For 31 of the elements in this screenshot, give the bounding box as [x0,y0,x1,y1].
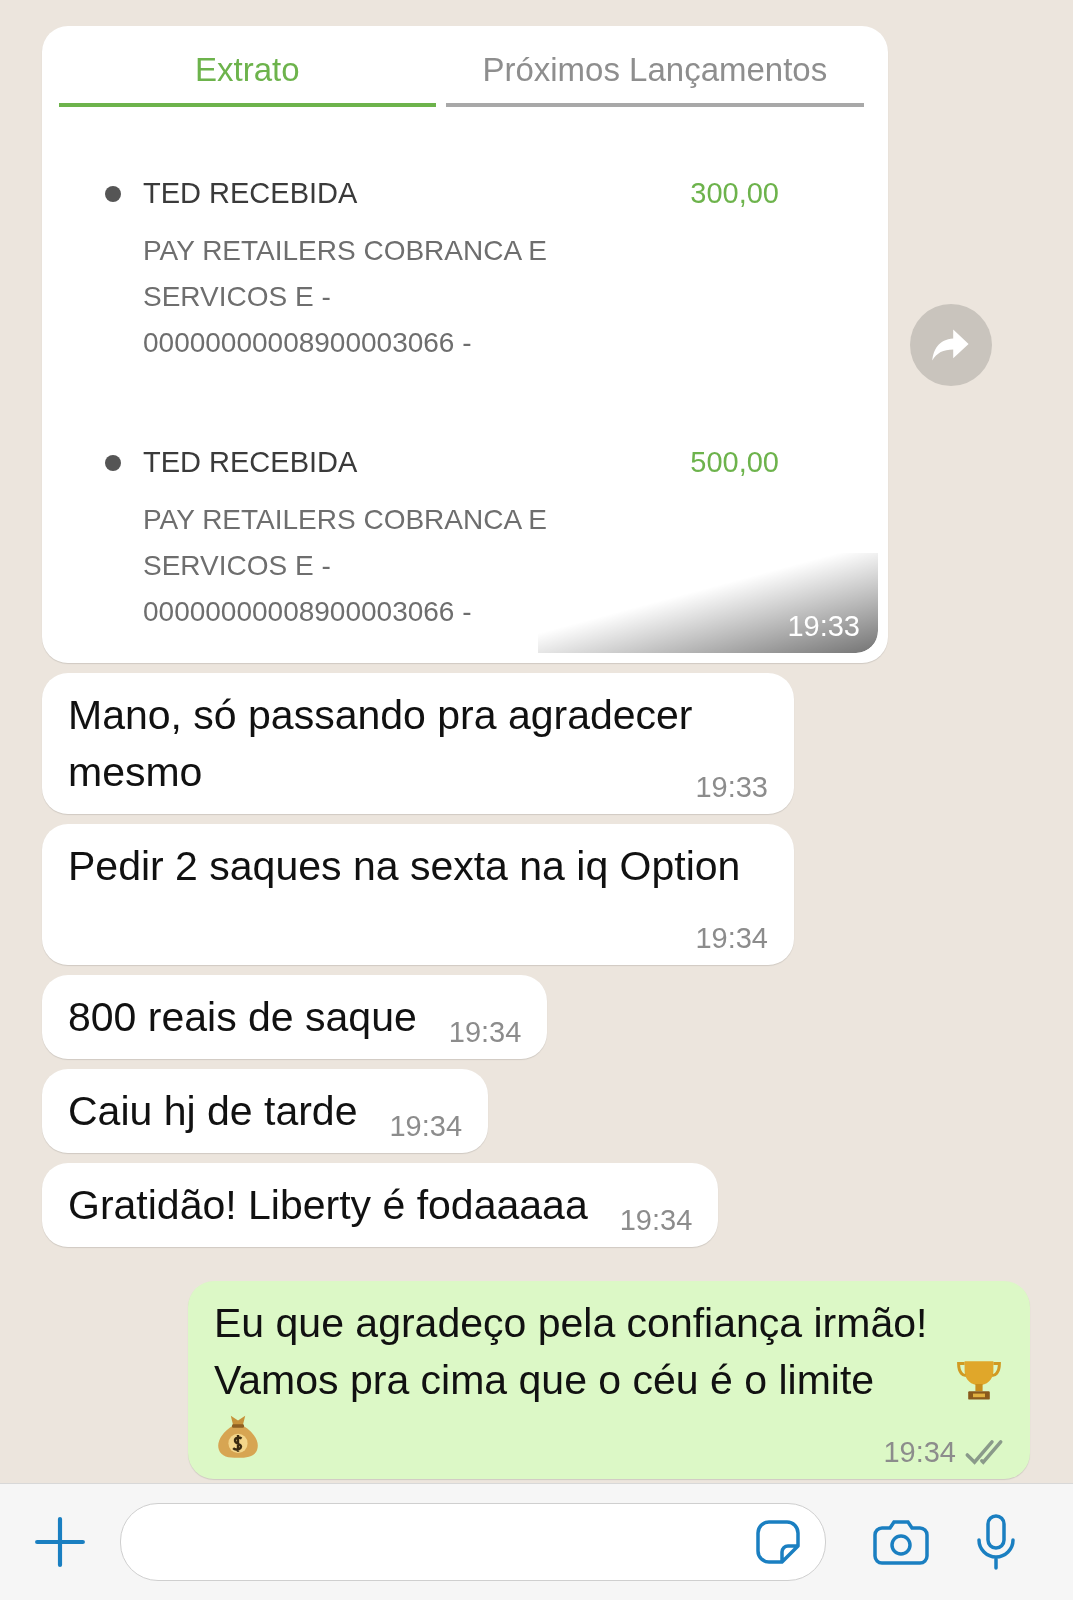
message-text: Eu que agradeço pela confiança irmão! Vamos pra cima que o céu é o limite [214,1299,929,1405]
message-time: 19:33 [787,610,860,643]
message-time: 19:33 [695,770,768,804]
message-time: 19:34 [695,921,768,955]
transaction-description: PAY RETAILERS COBRANCA E [143,503,548,537]
transaction-amount: 500,00 [690,446,779,479]
transaction-description: SERVICOS E - [143,549,331,583]
transaction-description: 00000000008900003066 - [143,595,472,629]
message-text: Pedir 2 saques na sexta na iq Option [68,843,741,889]
bullet-dot [105,454,121,471]
transaction-description: SERVICOS E - [143,280,331,314]
transaction-title: TED RECEBIDA [143,446,359,479]
transaction-title: TED RECEBIDA [143,177,359,210]
message-time: 19:34 [883,1435,956,1469]
sticker-icon[interactable] [755,1519,801,1565]
transaction-description: 00000000008900003066 - [143,326,472,360]
transaction-description: PAY RETAILERS COBRANCA E [143,234,548,268]
message-time: 19:34 [448,1015,522,1049]
message-time: 19:34 [389,1109,463,1143]
message-time: 19:34 [619,1203,693,1237]
message-text: 800 reais de saque [68,994,417,1040]
bullet-dot [105,185,121,202]
transaction-amount: 300,00 [690,177,779,210]
message-text: Mano, só passando pra agradecer mesmo [68,692,693,795]
message-text: Caiu hj de tarde [68,1088,358,1134]
statement-tab[interactable]: Próximos Lançamentos [445,51,864,107]
plus-icon[interactable] [34,1516,86,1568]
microphone-icon[interactable] [974,1513,1018,1571]
camera-icon[interactable] [872,1518,930,1566]
message-text: Gratidão! Liberty é fodaaaaa [68,1182,588,1228]
statement-tab[interactable]: Extrato [59,51,436,107]
